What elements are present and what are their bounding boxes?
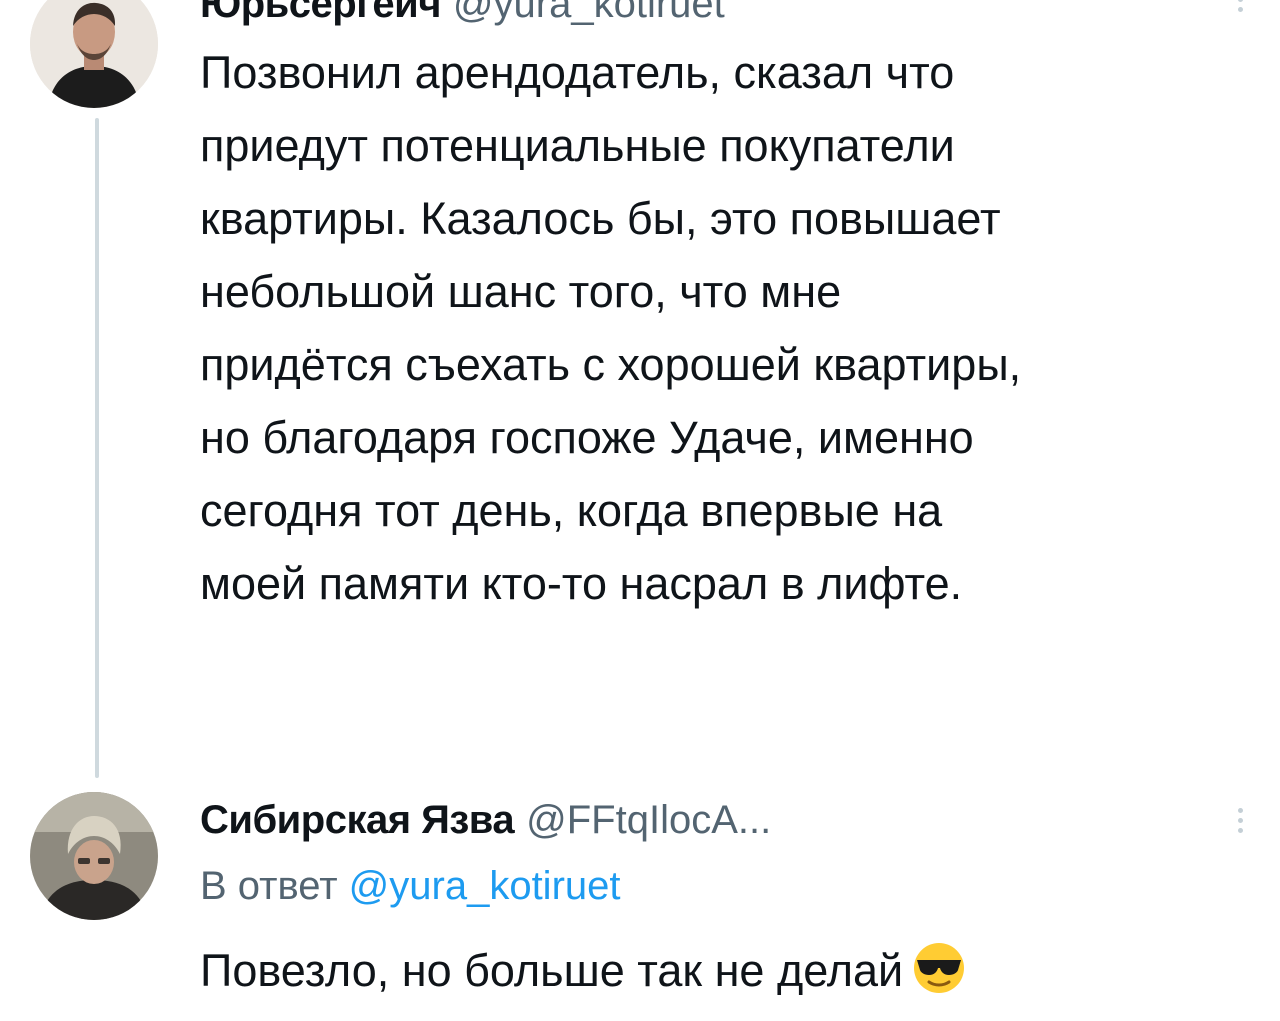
tweet-text-line: придётся съехать с хорошей квартиры,: [200, 339, 1022, 390]
display-name[interactable]: Юрьсергейч: [200, 0, 441, 26]
tweet-text: Позвонил арендодатель, сказал что приеду…: [200, 36, 1260, 620]
avatar-image: [30, 792, 158, 920]
tweet-text-content: Повезло, но больше так не делай: [200, 945, 904, 996]
more-options-button[interactable]: [1230, 0, 1250, 24]
thread-connector-line: [95, 118, 99, 778]
tweet-text-line: моей памяти кто-то насрал в лифте.: [200, 558, 963, 609]
reply-prefix: В ответ: [200, 864, 338, 908]
tweet-text-line: приедут потенциальные покупатели: [200, 120, 955, 171]
more-dot-icon: [1237, 827, 1243, 833]
user-handle[interactable]: @FFtqIlocA...: [526, 798, 771, 842]
reply-mention-link[interactable]: @yura_kotiruet: [349, 864, 621, 908]
avatar-image: [30, 0, 158, 108]
tweet-text-line: сегодня тот день, когда впервые на: [200, 485, 943, 536]
more-dot-icon: [1237, 0, 1243, 2]
avatar[interactable]: [30, 0, 158, 108]
user-handle[interactable]: @yura_kotiruet: [453, 0, 725, 26]
sunglasses-emoji-icon: [911, 940, 967, 996]
replying-to: В ответ @yura_kotiruet: [200, 860, 621, 912]
more-options-button[interactable]: [1230, 800, 1250, 840]
display-name[interactable]: Сибирская Язва: [200, 798, 515, 842]
tweet-text-line: квартиры. Казалось бы, это повышает: [200, 193, 1001, 244]
more-dot-icon: [1237, 807, 1243, 813]
tweet-text-line: Повезло, но больше так не делай: [200, 934, 1260, 1007]
avatar[interactable]: [30, 792, 158, 920]
tweet-text: Повезло, но больше так не делай: [200, 934, 1260, 1007]
tweet-header: Юрьсергейч @yura_kotiruet: [200, 0, 725, 33]
tweet-text-line: небольшой шанс того, что мне: [200, 266, 842, 317]
tweet-text-line: Позвонил арендодатель, сказал что: [200, 47, 955, 98]
tweet-header: Сибирская Язва @FFtqIlocA...: [200, 796, 771, 853]
more-dot-icon: [1237, 6, 1243, 12]
tweet-text-line: но благодаря госпоже Удаче, именно: [200, 412, 974, 463]
more-dot-icon: [1237, 817, 1243, 823]
